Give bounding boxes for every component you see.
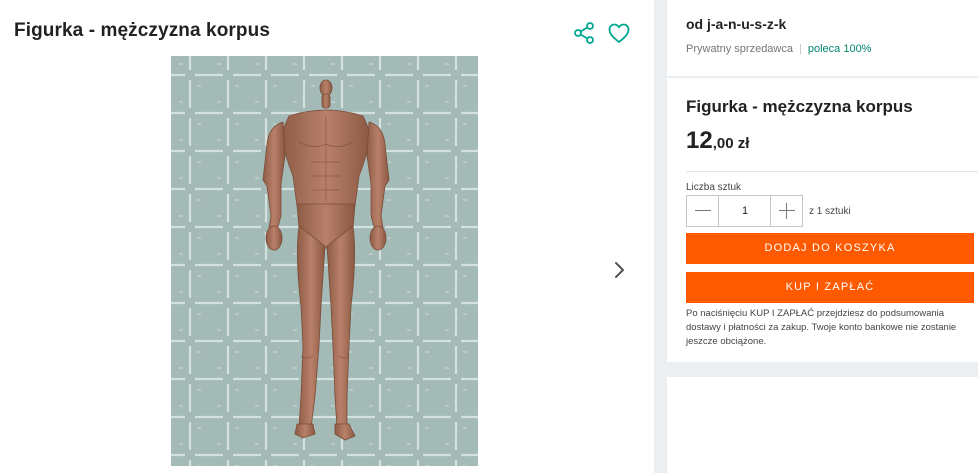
quantity-input[interactable]: 1 xyxy=(719,196,771,226)
seller-meta: Prywatny sprzedawca | poleca 100% xyxy=(686,43,871,55)
quantity-available: z 1 sztuki xyxy=(809,206,851,217)
share-icon[interactable] xyxy=(572,21,596,45)
additional-info-card xyxy=(667,377,978,473)
page-title: Figurka - mężczyzna korpus xyxy=(14,20,271,41)
product-gallery-panel: Figurka - mężczyzna korpus xyxy=(0,0,654,473)
chevron-right-icon[interactable] xyxy=(609,258,631,282)
add-to-cart-button[interactable]: DODAJ DO KOSZYKA xyxy=(686,233,974,264)
price-rest: ,00 zł xyxy=(712,135,750,152)
seller-type: Prywatny sprzedawca xyxy=(686,43,793,55)
quantity-label: Liczba sztuk xyxy=(686,182,742,193)
divider xyxy=(686,171,978,172)
purchase-note: Po naciśnięciu KUP I ZAPŁAĆ przejdziesz … xyxy=(686,308,957,347)
product-photo[interactable] xyxy=(171,56,478,466)
seller-rating[interactable]: poleca 100% xyxy=(808,43,872,55)
price: 12,00 zł xyxy=(686,127,749,155)
quantity-increase-button[interactable] xyxy=(770,196,802,226)
price-main: 12 xyxy=(686,127,713,154)
offer-title: Figurka - mężczyzna korpus xyxy=(686,97,913,116)
seller-name[interactable]: od j-a-n-u-s-z-k xyxy=(686,16,786,32)
purchase-column: od j-a-n-u-s-z-k Prywatny sprzedawca | pol… xyxy=(667,0,978,473)
buy-now-button[interactable]: KUP I ZAPŁAĆ xyxy=(686,272,974,303)
heart-icon[interactable] xyxy=(607,21,631,45)
buy-box: Figurka - mężczyzna korpus 12,00 zł Licz… xyxy=(667,78,978,362)
quantity-stepper: 1 xyxy=(686,195,803,227)
seller-card: od j-a-n-u-s-z-k Prywatny sprzedawca | pol… xyxy=(667,0,978,76)
separator: | xyxy=(799,43,802,55)
quantity-decrease-button[interactable] xyxy=(687,196,719,226)
